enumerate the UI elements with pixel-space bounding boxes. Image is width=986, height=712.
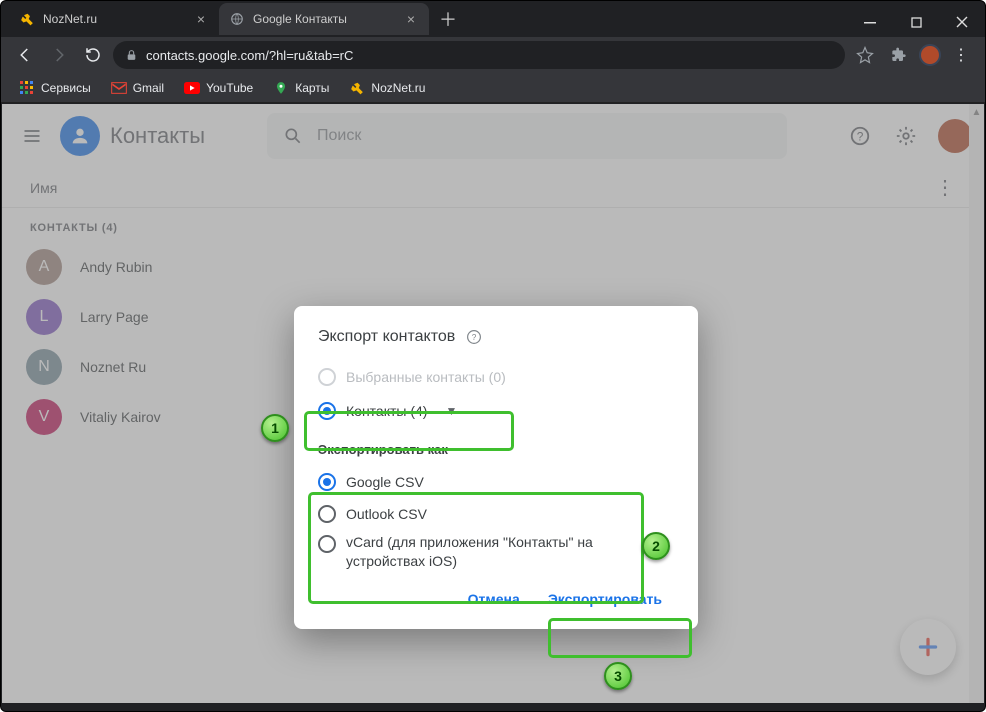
wrench-icon [19, 11, 35, 27]
new-tab-button[interactable]: ＋ [429, 3, 467, 35]
apps-icon [19, 80, 35, 96]
export-button[interactable]: Экспортировать [536, 583, 674, 615]
maximize-button[interactable] [893, 7, 939, 37]
wrench-icon [349, 80, 365, 96]
radio-label: Google CSV [346, 474, 424, 490]
help-icon[interactable]: ? [465, 328, 483, 346]
maps-icon [273, 80, 289, 96]
browser-window: NozNet.ru × Google Контакты × ＋ contacts… [0, 0, 986, 712]
bookmarks-bar: Сервисы Gmail YouTube Карты NozNet.ru [1, 73, 985, 103]
bookmark-apps[interactable]: Сервисы [11, 77, 99, 99]
close-icon[interactable]: × [193, 11, 209, 27]
bookmark-noznet[interactable]: NozNet.ru [341, 77, 433, 99]
bookmark-gmail[interactable]: Gmail [103, 77, 172, 99]
window-controls [847, 7, 985, 37]
radio-label: vCard (для приложения "Контакты" на устр… [346, 533, 674, 571]
dialog-title: Экспорт контактов [318, 328, 455, 346]
radio-label: Выбранные контакты (0) [346, 369, 506, 385]
close-icon[interactable]: × [403, 11, 419, 27]
back-button[interactable] [11, 41, 39, 69]
reload-button[interactable] [79, 41, 107, 69]
callout-1: 1 [261, 414, 289, 442]
format-label: Экспортировать как [318, 442, 674, 457]
radio-icon [318, 368, 336, 386]
tab-label: NozNet.ru [43, 12, 97, 26]
chevron-down-icon[interactable]: ▼ [445, 404, 457, 418]
bookmark-label: Gmail [133, 81, 164, 95]
radio-vcard[interactable]: vCard (для приложения "Контакты" на устр… [318, 529, 674, 571]
tab-label: Google Контакты [253, 12, 347, 26]
address-bar: contacts.google.com/?hl=ru&tab=rC ⋮ [1, 37, 985, 73]
bookmark-youtube[interactable]: YouTube [176, 77, 261, 99]
bookmark-label: Карты [295, 81, 329, 95]
tab-google-contacts[interactable]: Google Контакты × [219, 3, 429, 35]
radio-google-csv[interactable]: Google CSV [318, 467, 674, 497]
minimize-button[interactable] [847, 7, 893, 37]
cancel-button[interactable]: Отмена [456, 583, 532, 615]
youtube-icon [184, 80, 200, 96]
titlebar: NozNet.ru × Google Контакты × ＋ [1, 1, 985, 37]
url-field[interactable]: contacts.google.com/?hl=ru&tab=rC [113, 41, 845, 69]
callout-2: 2 [642, 532, 670, 560]
tabs-row: NozNet.ru × Google Контакты × ＋ [1, 1, 847, 37]
radio-icon [318, 505, 336, 523]
globe-icon [229, 11, 245, 27]
bookmark-label: Сервисы [41, 81, 91, 95]
radio-outlook-csv[interactable]: Outlook CSV [318, 499, 674, 529]
bookmark-label: NozNet.ru [371, 81, 425, 95]
extensions-icon[interactable] [885, 41, 913, 69]
bookmark-label: YouTube [206, 81, 253, 95]
radio-label: Контакты (4) [346, 403, 427, 419]
radio-all-contacts[interactable]: Контакты (4) ▼ [318, 396, 674, 426]
export-dialog: Экспорт контактов ? Выбранные контакты (… [294, 306, 698, 629]
radio-selected-contacts: Выбранные контакты (0) [318, 362, 674, 392]
radio-icon [318, 402, 336, 420]
url-text: contacts.google.com/?hl=ru&tab=rC [146, 48, 353, 63]
gmail-icon [111, 80, 127, 96]
forward-button[interactable] [45, 41, 73, 69]
profile-avatar[interactable] [919, 44, 941, 66]
radio-icon [318, 473, 336, 491]
tab-noznet[interactable]: NozNet.ru × [9, 3, 219, 35]
radio-label: Outlook CSV [346, 506, 427, 522]
bookmark-maps[interactable]: Карты [265, 77, 337, 99]
radio-icon [318, 535, 336, 553]
svg-text:?: ? [472, 333, 477, 342]
star-icon[interactable] [851, 41, 879, 69]
lock-icon [125, 49, 138, 62]
callout-3: 3 [604, 662, 632, 690]
close-window-button[interactable] [939, 7, 985, 37]
page-content: Контакты Поиск ? Имя ⋮ КОНТАКТЫ (4) AAnd… [2, 104, 984, 703]
menu-icon[interactable]: ⋮ [947, 41, 975, 69]
